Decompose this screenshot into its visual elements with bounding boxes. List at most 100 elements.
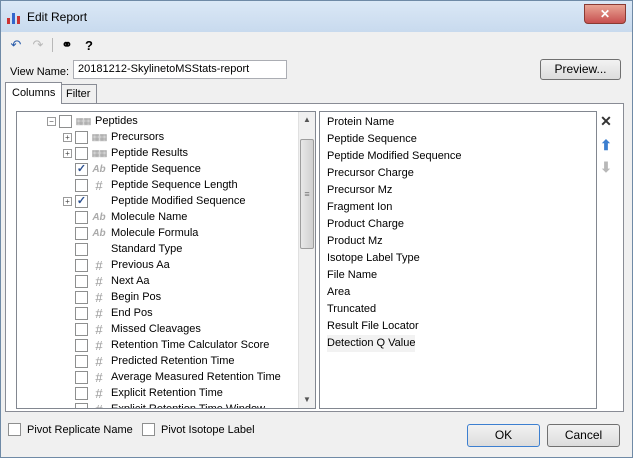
tree-item[interactable]: # Explicit Retention Time <box>63 385 223 401</box>
checkbox[interactable] <box>142 423 155 436</box>
column-list-item[interactable]: Peptide Modified Sequence <box>327 148 462 165</box>
column-list-item[interactable]: Area <box>327 284 350 301</box>
item-checkbox[interactable] <box>75 130 88 144</box>
column-list-item[interactable]: Product Mz <box>327 233 383 250</box>
pivot-replicate-checkbox[interactable]: Pivot Replicate Name <box>8 423 133 436</box>
tree-item[interactable]: # Retention Time Calculator Score <box>63 337 269 353</box>
field-tree[interactable]: − ▦▦ Peptides + ▦▦ Precursors + ▦▦ Peptide Re… <box>16 111 316 409</box>
remove-column-icon[interactable]: ✕ <box>599 113 613 129</box>
column-list-item[interactable]: Fragment Ion <box>327 199 392 216</box>
tree-item[interactable]: ✓ Ab Peptide Sequence <box>63 161 201 177</box>
scroll-down-icon[interactable]: ▼ <box>299 392 315 408</box>
title-bar: Edit Report ✕ <box>1 1 632 32</box>
pivot-isotope-checkbox[interactable]: Pivot Isotope Label <box>142 423 255 436</box>
item-checkbox[interactable] <box>75 354 88 368</box>
window-title: Edit Report <box>27 10 88 24</box>
item-checkbox[interactable] <box>75 402 88 408</box>
scroll-up-icon[interactable]: ▲ <box>299 112 315 128</box>
tree-item[interactable]: Standard Type <box>63 241 182 257</box>
tree-item[interactable]: Ab Molecule Formula <box>63 225 198 241</box>
column-list-item[interactable]: Precursor Charge <box>327 165 414 182</box>
close-button[interactable]: ✕ <box>584 4 626 24</box>
expander-spacer <box>63 213 72 222</box>
expander-spacer <box>63 309 72 318</box>
tree-item-label: Next Aa <box>111 275 150 287</box>
item-checkbox[interactable]: ✓ <box>75 194 88 208</box>
tab-columns[interactable]: Columns <box>5 82 63 104</box>
help-icon[interactable]: ? <box>78 36 100 54</box>
find-binoculars-icon[interactable]: ⚭ <box>56 36 78 54</box>
column-list-item[interactable]: Protein Name <box>327 114 394 131</box>
item-checkbox[interactable] <box>75 242 88 256</box>
item-checkbox[interactable] <box>75 226 88 240</box>
item-checkbox[interactable] <box>75 322 88 336</box>
tree-item-label: Missed Cleavages <box>111 323 201 335</box>
tree-item[interactable]: # Next Aa <box>63 273 150 289</box>
item-checkbox[interactable] <box>75 306 88 320</box>
preview-button[interactable]: Preview... <box>540 59 621 80</box>
column-list-item[interactable]: Result File Locator <box>327 318 419 335</box>
item-checkbox[interactable] <box>75 258 88 272</box>
tab-filter[interactable]: Filter <box>59 84 98 103</box>
checkbox[interactable] <box>59 114 72 128</box>
column-list-item[interactable]: File Name <box>327 267 377 284</box>
tree-item-label: Average Measured Retention Time <box>111 371 281 383</box>
item-checkbox[interactable] <box>75 146 88 160</box>
tree-item[interactable]: # Missed Cleavages <box>63 321 201 337</box>
item-checkbox[interactable] <box>75 338 88 352</box>
move-down-icon[interactable]: ⬇ <box>599 159 613 175</box>
tree-item[interactable]: + ✓ Peptide Modified Sequence <box>63 193 246 209</box>
tree-item[interactable]: # Average Measured Retention Time <box>63 369 281 385</box>
collapse-icon[interactable]: − <box>47 116 56 126</box>
item-checkbox[interactable] <box>75 290 88 304</box>
item-checkbox[interactable]: ✓ <box>75 162 88 176</box>
column-list-item[interactable]: Product Charge <box>327 216 404 233</box>
expander-spacer <box>63 325 72 334</box>
column-list-item[interactable]: Precursor Mz <box>327 182 392 199</box>
tree-item[interactable]: # Peptide Sequence Length <box>63 177 238 193</box>
tree-item-label: Precursors <box>111 131 165 143</box>
expand-icon[interactable]: + <box>63 148 72 158</box>
item-checkbox[interactable] <box>75 178 88 192</box>
tree-item-label: Peptide Modified Sequence <box>111 195 246 207</box>
tree-item-label: Previous Aa <box>111 259 170 271</box>
tree-root-peptides[interactable]: − ▦▦ Peptides <box>47 113 138 129</box>
expander-spacer <box>63 261 72 270</box>
column-list-item[interactable]: Truncated <box>327 301 376 318</box>
checkbox[interactable] <box>8 423 21 436</box>
tree-item[interactable]: + ▦▦ Precursors <box>63 129 164 145</box>
expander-spacer <box>63 373 72 382</box>
expand-icon[interactable]: + <box>63 132 72 142</box>
item-checkbox[interactable] <box>75 274 88 288</box>
tree-item[interactable]: Ab Molecule Name <box>63 209 187 225</box>
item-checkbox[interactable] <box>75 370 88 384</box>
tree-scrollbar[interactable]: ▲ ≡ ▼ <box>298 112 315 408</box>
blank-icon <box>91 195 107 208</box>
scroll-thumb[interactable]: ≡ <box>300 139 314 249</box>
view-name-input[interactable]: 20181212-SkylinetoMSStats-report <box>73 60 287 79</box>
ok-button[interactable]: OK <box>467 424 540 447</box>
expander-spacer <box>63 181 72 190</box>
column-list-item[interactable]: Peptide Sequence <box>327 131 417 148</box>
expander-spacer <box>63 245 72 254</box>
column-list-item[interactable]: Detection Q Value <box>327 335 416 352</box>
tree-item-label: Peptide Results <box>111 147 189 159</box>
tree-item[interactable]: # Begin Pos <box>63 289 161 305</box>
undo-icon[interactable]: ↶ <box>5 36 27 54</box>
expander-spacer <box>63 357 72 366</box>
column-list-item[interactable]: Isotope Label Type <box>327 250 420 267</box>
selected-columns-list[interactable]: Protein Name Peptide Sequence Peptide Modi… <box>319 111 597 409</box>
tree-item[interactable]: # Predicted Retention Time <box>63 353 235 369</box>
item-checkbox[interactable] <box>75 386 88 400</box>
cancel-button[interactable]: Cancel <box>547 424 620 447</box>
pivot-isotope-label: Pivot Isotope Label <box>161 423 255 436</box>
tree-item[interactable]: + ▦▦ Peptide Results <box>63 145 188 161</box>
tree-item[interactable]: # End Pos <box>63 305 153 321</box>
redo-icon[interactable]: ↷ <box>27 36 49 54</box>
expand-icon[interactable]: + <box>63 196 72 206</box>
number-type-icon: # <box>95 257 103 273</box>
tree-item[interactable]: # Explicit Retention Time Window <box>63 401 265 408</box>
move-up-icon[interactable]: ⬆ <box>599 137 613 153</box>
tree-item[interactable]: # Previous Aa <box>63 257 170 273</box>
item-checkbox[interactable] <box>75 210 88 224</box>
